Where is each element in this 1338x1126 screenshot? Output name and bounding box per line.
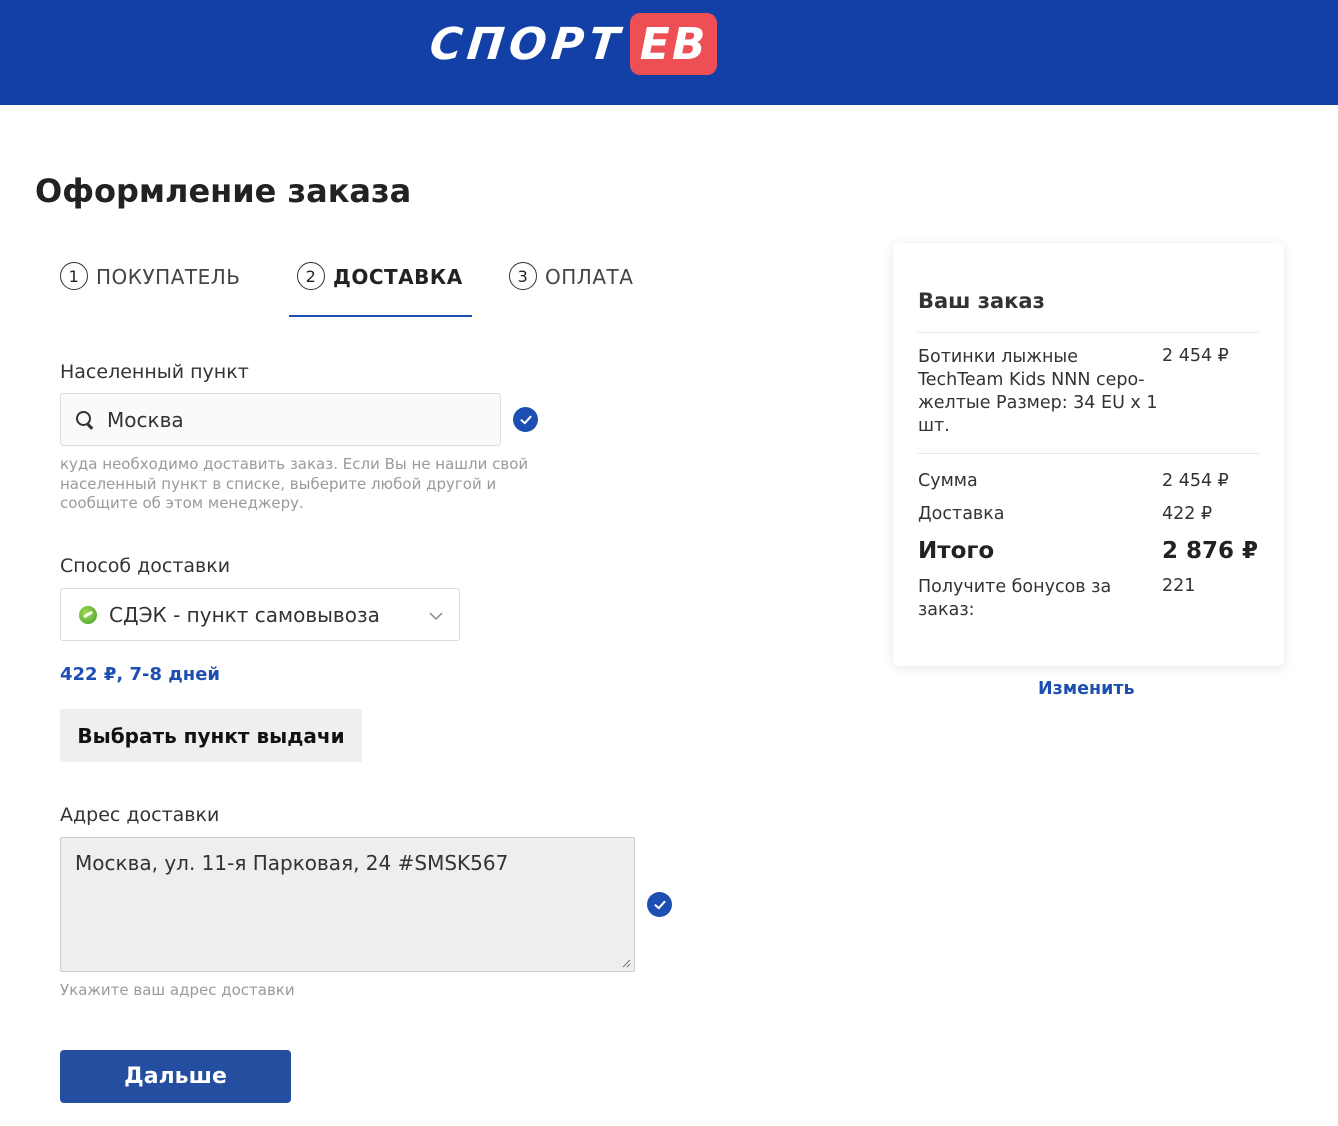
active-step-underline: [289, 315, 472, 317]
total-value: 2 876 ₽: [1162, 538, 1259, 564]
resize-grip-icon[interactable]: [621, 958, 631, 968]
divider: [918, 453, 1259, 454]
step-delivery[interactable]: 2 ДОСТАВКА: [297, 262, 463, 318]
city-verified-check-icon: [513, 407, 538, 432]
divider: [918, 332, 1259, 333]
city-hint: куда необходимо доставить заказ. Если Вы…: [60, 455, 529, 512]
delivery-price-days: 422 ₽, 7-8 дней: [60, 664, 221, 685]
step-label: ОПЛАТА: [545, 265, 634, 289]
search-icon: [75, 410, 95, 430]
logo-badge: ЕВ: [629, 13, 718, 75]
site-header: СПОРТ ЕВ: [0, 0, 1338, 105]
sum-value: 2 454 ₽: [1162, 471, 1229, 491]
address-label: Адрес доставки: [60, 804, 220, 826]
city-label: Населенный пункт: [60, 361, 249, 383]
chevron-down-icon: [429, 612, 443, 621]
address-textarea[interactable]: Москва, ул. 11-я Парковая, 24 #SMSK567: [60, 837, 635, 972]
order-summary-card: Ваш заказ Ботинки лыжные TechTeam Kids N…: [893, 243, 1284, 666]
change-order-link[interactable]: Изменить: [1038, 679, 1135, 699]
step-label: ДОСТАВКА: [333, 265, 463, 289]
address-verified-check-icon: [647, 892, 672, 917]
address-value: Москва, ул. 11-я Парковая, 24 #SMSK567: [75, 851, 509, 875]
step-number: 3: [509, 262, 537, 290]
address-hint: Укажите ваш адрес доставки: [60, 981, 295, 999]
next-button[interactable]: Дальше: [60, 1050, 291, 1103]
order-item-price: 2 454 ₽: [1162, 346, 1229, 366]
delivery-cost-label: Доставка: [918, 504, 1005, 524]
site-logo[interactable]: СПОРТ ЕВ: [427, 12, 718, 76]
choose-pickup-point-button[interactable]: Выбрать пункт выдачи: [60, 709, 362, 762]
cdek-icon: [79, 605, 97, 624]
bonus-label: Получите бонусов за заказ:: [918, 577, 1112, 620]
sum-label: Сумма: [918, 471, 978, 491]
delivery-cost-value: 422 ₽: [1162, 504, 1213, 524]
city-input[interactable]: Москва: [60, 393, 501, 446]
total-label: Итого: [918, 538, 995, 564]
order-item-name: Ботинки лыжные TechTeam Kids NNN серо-же…: [918, 347, 1158, 436]
step-number: 1: [60, 262, 88, 290]
order-title: Ваш заказ: [918, 289, 1045, 313]
step-customer[interactable]: 1 ПОКУПАТЕЛЬ: [60, 262, 241, 318]
delivery-method-value: СДЭК - пункт самовывоза: [109, 602, 380, 627]
city-input-value: Москва: [107, 407, 184, 432]
delivery-method-label: Способ доставки: [60, 555, 231, 577]
step-label: ПОКУПАТЕЛЬ: [96, 265, 241, 289]
logo-text: СПОРТ: [427, 18, 627, 70]
bonus-value: 221: [1162, 576, 1196, 596]
page-title: Оформление заказа: [35, 172, 412, 210]
step-payment[interactable]: 3 ОПЛАТА: [509, 262, 633, 318]
step-number: 2: [297, 262, 325, 290]
delivery-method-select[interactable]: СДЭК - пункт самовывоза: [60, 588, 460, 641]
